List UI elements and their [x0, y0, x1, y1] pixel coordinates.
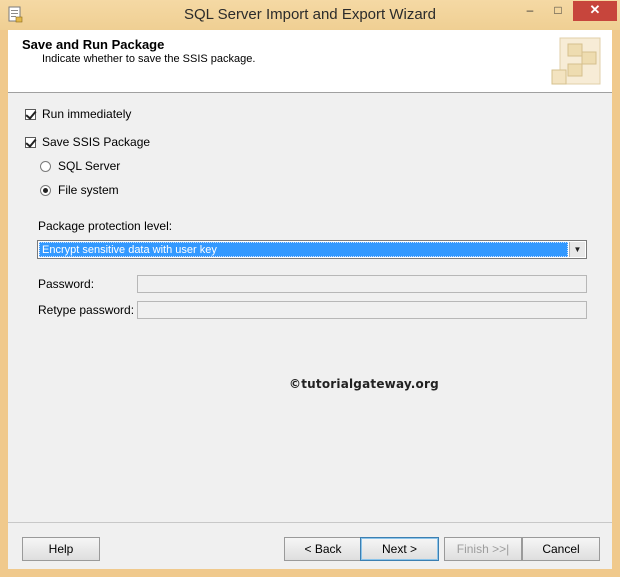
retype-password-field[interactable]: [137, 301, 587, 319]
retype-password-label: Retype password:: [38, 303, 135, 317]
wizard-client-area: Save and Run Package Indicate whether to…: [8, 30, 612, 569]
run-immediately-option[interactable]: Run immediately: [25, 107, 131, 121]
page-subtitle: Indicate whether to save the SSIS packag…: [42, 53, 256, 65]
close-button[interactable]: ✕: [573, 1, 617, 21]
radio-sql-server[interactable]: SQL Server: [40, 159, 120, 173]
protection-level-dropdown[interactable]: Encrypt sensitive data with user key ▼: [37, 240, 587, 259]
protection-level-value: Encrypt sensitive data with user key: [39, 242, 568, 257]
next-button[interactable]: Next >: [360, 537, 439, 561]
run-immediately-label: Run immediately: [42, 107, 132, 121]
password-field[interactable]: [137, 275, 587, 293]
run-immediately-checkbox[interactable]: [25, 108, 36, 120]
wizard-header-graphic-icon: [548, 32, 608, 90]
watermark-text: ©tutorialgateway.org: [289, 377, 439, 391]
help-button[interactable]: Help: [22, 537, 100, 561]
protection-level-label: Package protection level:: [38, 219, 173, 233]
sql-server-radio[interactable]: [40, 160, 51, 172]
title-bar[interactable]: SQL Server Import and Export Wizard – □ …: [0, 0, 620, 30]
password-label: Password:: [38, 277, 95, 291]
save-ssis-package-checkbox[interactable]: [25, 136, 36, 148]
cancel-button[interactable]: Cancel: [522, 537, 600, 561]
save-ssis-package-label: Save SSIS Package: [42, 135, 151, 149]
save-ssis-package-option[interactable]: Save SSIS Package: [25, 135, 150, 149]
sql-server-label: SQL Server: [58, 159, 121, 173]
bottom-divider: [8, 522, 612, 523]
back-button[interactable]: < Back: [284, 537, 362, 561]
wizard-header: Save and Run Package Indicate whether to…: [8, 30, 612, 93]
page-title: Save and Run Package: [22, 37, 165, 52]
minimize-button[interactable]: –: [517, 1, 543, 21]
file-system-radio[interactable]: [40, 184, 51, 196]
wizard-window: SQL Server Import and Export Wizard – □ …: [0, 0, 620, 577]
maximize-button[interactable]: □: [545, 1, 571, 21]
chevron-down-icon[interactable]: ▼: [569, 242, 585, 257]
radio-file-system[interactable]: File system: [40, 183, 119, 197]
finish-button[interactable]: Finish >>|: [444, 537, 522, 561]
file-system-label: File system: [58, 183, 119, 197]
